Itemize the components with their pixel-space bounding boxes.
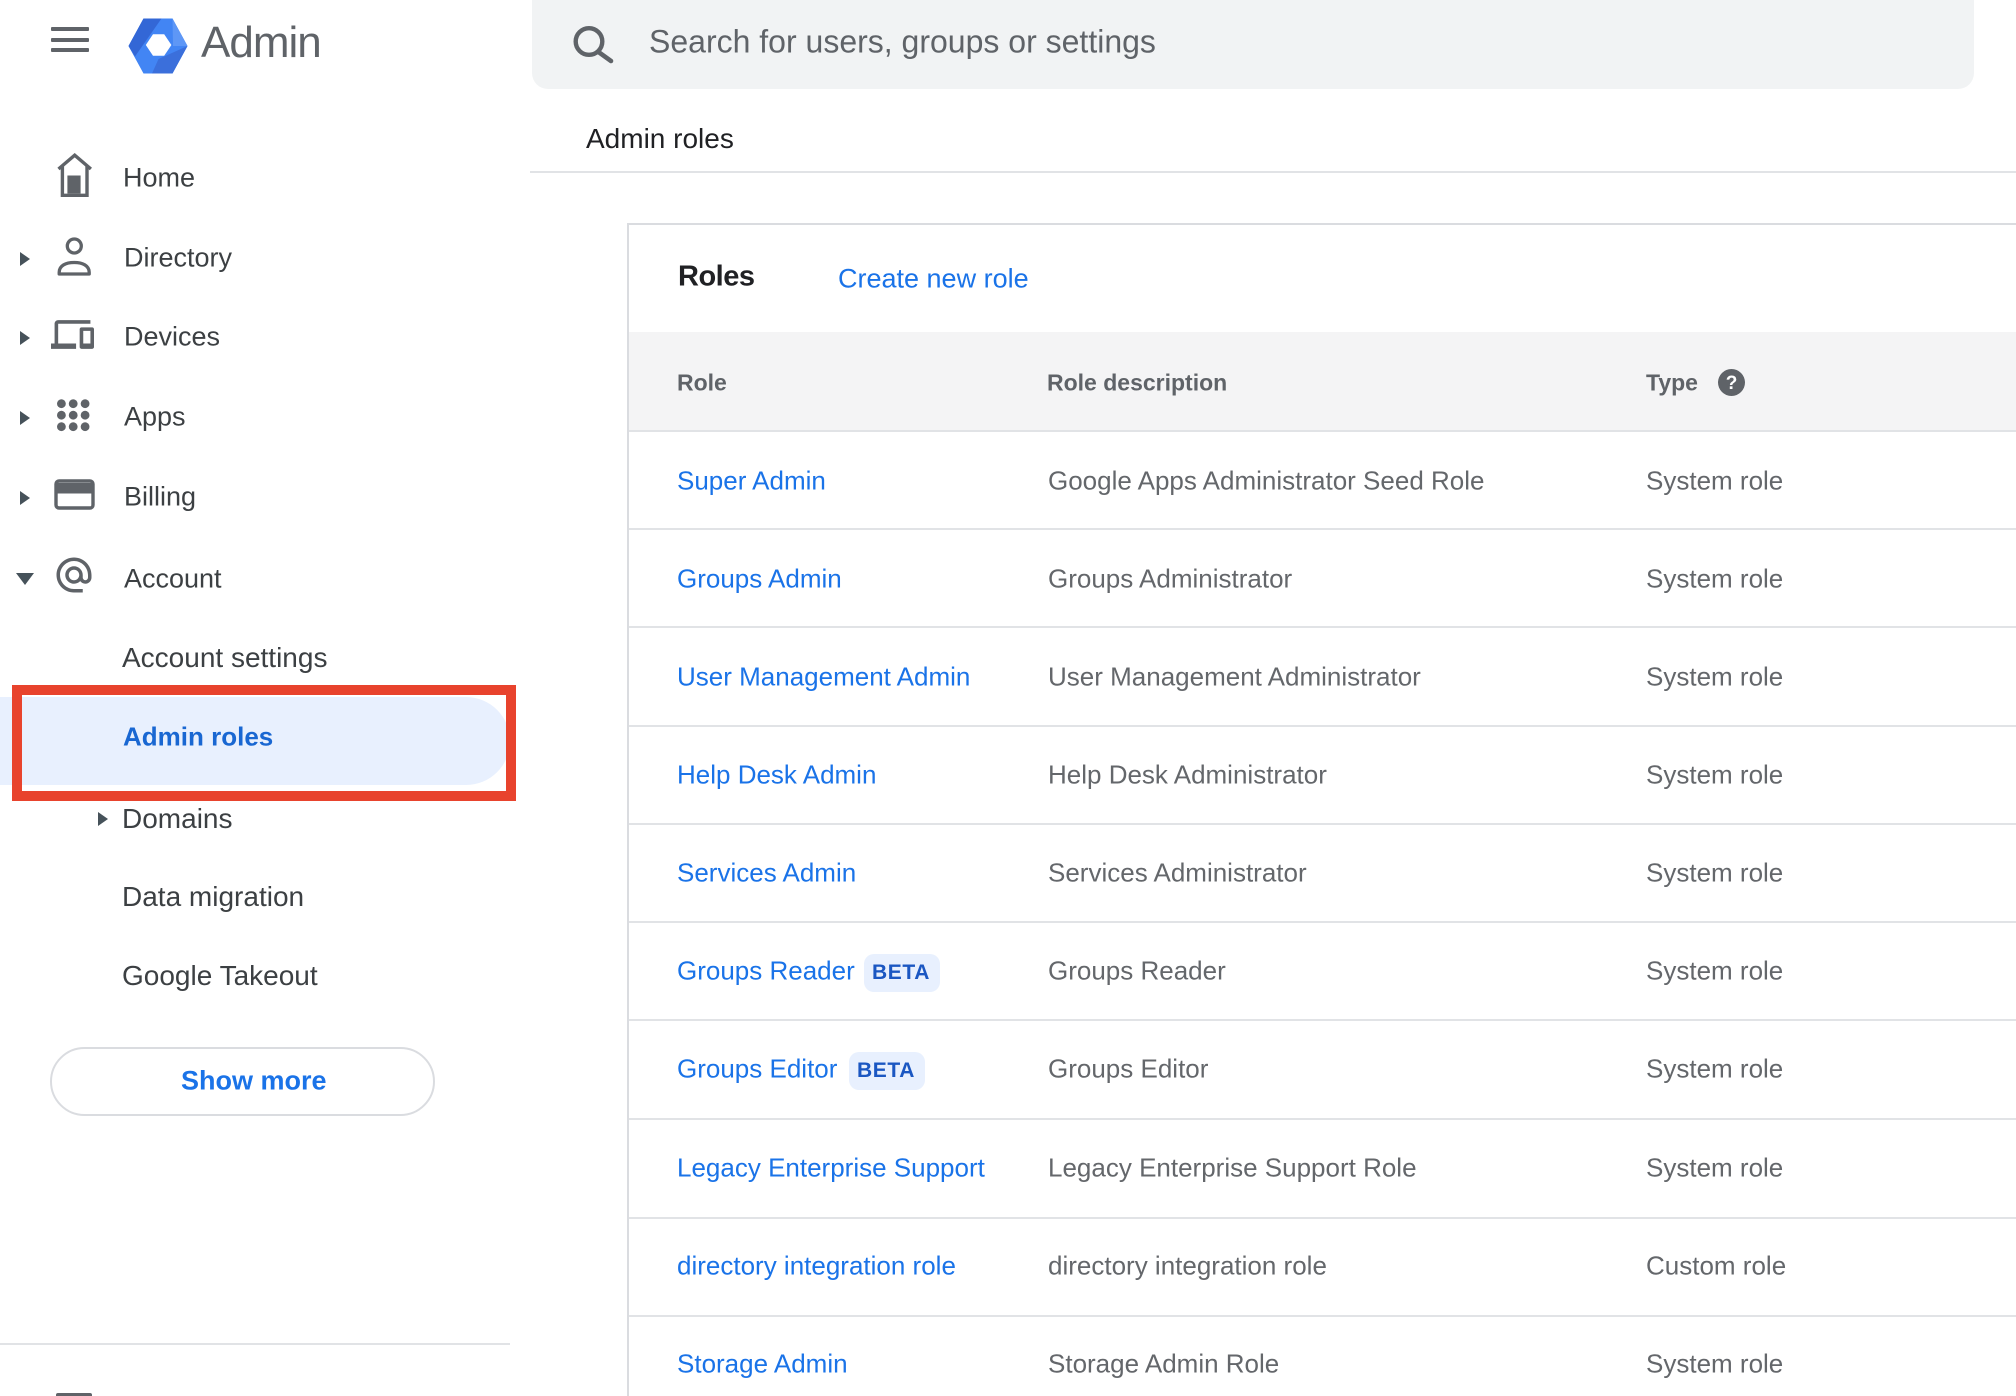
svg-text:?: ?	[1726, 373, 1738, 394]
